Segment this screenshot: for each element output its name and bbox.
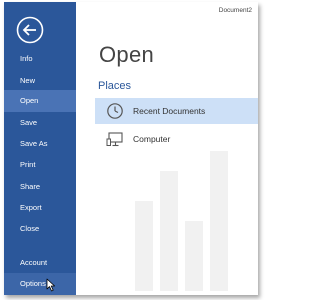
place-label: Recent Documents (133, 106, 206, 116)
sidebar-item-share[interactable]: Share (4, 176, 76, 198)
back-arrow-icon (16, 16, 44, 44)
sidebar-item-open[interactable]: Open (4, 90, 76, 112)
page-title: Open (99, 42, 155, 67)
sidebar-item-print[interactable]: Print (4, 154, 76, 176)
places-heading: Places (98, 80, 132, 92)
background-decoration (135, 151, 228, 291)
sidebar-item-save[interactable]: Save (4, 112, 76, 134)
place-recent-documents[interactable]: Recent Documents (95, 98, 258, 124)
sidebar-item-info[interactable]: Info (4, 48, 76, 70)
sidebar-item-new[interactable]: New (4, 70, 76, 92)
sidebar-item-close[interactable]: Close (4, 218, 76, 240)
document-title: Document2 (218, 7, 252, 14)
computer-icon (106, 132, 123, 147)
sidebar-item-options[interactable]: Options (4, 273, 76, 295)
back-button[interactable] (16, 16, 44, 44)
backstage-window: Info New Open Save Save As Print Share E… (4, 2, 258, 295)
sidebar-item-options-label: Options (20, 279, 46, 288)
sidebar-item-export[interactable]: Export (4, 197, 76, 219)
sidebar-item-account[interactable]: Account (4, 252, 76, 274)
mouse-pointer-icon (46, 278, 56, 292)
backstage-sidebar: Info New Open Save Save As Print Share E… (4, 2, 76, 295)
open-pane: Document2 Open Places Recent Documents C… (76, 2, 258, 295)
clock-icon (107, 103, 123, 119)
sidebar-item-save-as[interactable]: Save As (4, 133, 76, 155)
